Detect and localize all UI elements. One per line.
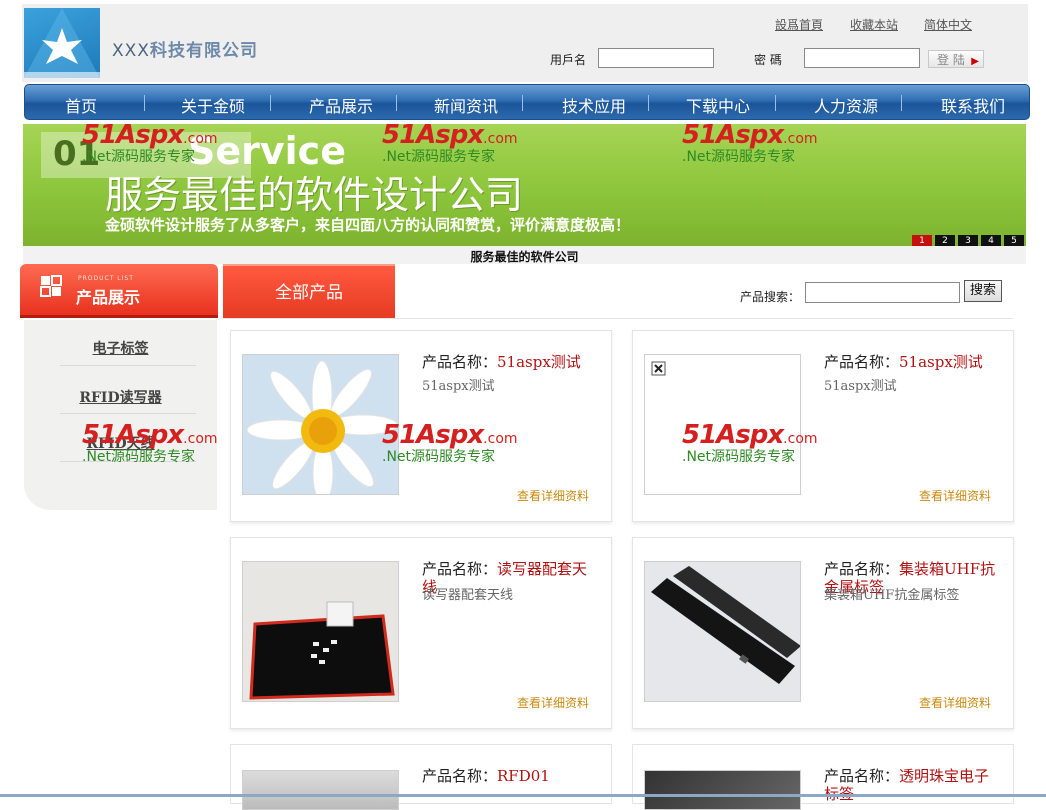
- password-input[interactable]: [804, 48, 920, 68]
- sidebar-item-rfid-antenna[interactable]: RFID天线: [24, 433, 217, 453]
- nav-tech[interactable]: 技术应用: [562, 93, 626, 117]
- tab-underline: [223, 318, 1013, 319]
- product-name-prefix: 产品名称：: [824, 767, 900, 785]
- hero-banner[interactable]: 01 Service 服务最佳的软件设计公司 金硕软件设计服务了从多客户，来自四…: [23, 124, 1026, 246]
- banner-caption: 服务最佳的软件公司: [470, 250, 579, 264]
- product-description: 51aspx测试: [824, 379, 897, 394]
- company-name-text: 科技有限公司: [149, 41, 258, 61]
- product-name-value[interactable]: 51aspx测试: [899, 353, 983, 371]
- product-search-label: 产品搜索：: [740, 290, 801, 304]
- product-image[interactable]: [644, 770, 801, 810]
- product-name: 产品名称：RFD01: [422, 767, 598, 785]
- product-name-prefix: 产品名称：: [422, 560, 498, 578]
- main-navigation: 首页 关于金硕 产品展示 新闻资讯 技术应用 下载中心 人力资源 联系我们: [24, 84, 1030, 120]
- nav-divider: [775, 95, 776, 111]
- product-name-prefix: 产品名称：: [824, 560, 900, 578]
- banner-subtitle: 金硕软件设计服务了从多客户，来自四面八方的认同和赞赏，评价满意度极高！: [105, 216, 631, 234]
- bookmark-link[interactable]: 收藏本站: [850, 16, 898, 33]
- nav-contact[interactable]: 联系我们: [941, 93, 1005, 117]
- product-description: 读写器配套天线: [422, 588, 514, 603]
- product-name-value[interactable]: RFD01: [497, 767, 550, 785]
- product-description: 集装箱UHF抗金属标签: [824, 588, 960, 603]
- product-name: 产品名称：51aspx测试: [422, 353, 598, 371]
- product-name-value[interactable]: 51aspx测试: [497, 353, 581, 371]
- nav-divider: [901, 95, 902, 111]
- view-details-link[interactable]: 查看详细资料: [517, 487, 589, 504]
- daisy-image-icon: [243, 355, 398, 494]
- product-card: 产品名称：读写器配套天线 读写器配套天线 查看详细资料: [230, 537, 612, 729]
- banner-pagination: 12345: [909, 232, 1024, 246]
- tag-case-image-icon: [645, 562, 800, 701]
- sidebar-item-rfid-reader[interactable]: RFID读写器: [24, 387, 217, 407]
- nav-divider: [144, 95, 145, 111]
- product-description: 51aspx测试: [422, 379, 495, 394]
- product-card: 产品名称：集装箱UHF抗金属标签 集装箱UHF抗金属标签 查看详细资料: [632, 537, 1014, 729]
- banner-page-1[interactable]: 1: [912, 235, 932, 246]
- set-homepage-link[interactable]: 設爲首頁: [775, 16, 823, 33]
- banner-page-4[interactable]: 4: [981, 235, 1001, 246]
- product-image[interactable]: [644, 561, 801, 702]
- language-link[interactable]: 简体中文: [924, 16, 972, 33]
- sidebar-header: PRODUCT LIST 产品展示: [20, 264, 218, 318]
- banner-page-2[interactable]: 2: [935, 235, 955, 246]
- search-button[interactable]: 搜索: [964, 280, 1002, 302]
- product-card: 产品名称：51aspx测试 51aspx测试 查看详细资料: [632, 330, 1014, 522]
- product-image[interactable]: [242, 354, 399, 495]
- nav-divider: [648, 95, 649, 111]
- banner-page-5[interactable]: 5: [1004, 235, 1024, 246]
- username-label: 用戶名: [550, 53, 587, 67]
- nav-about[interactable]: 关于金硕: [181, 93, 245, 117]
- product-search-input[interactable]: [805, 282, 960, 303]
- view-details-link[interactable]: 查看详细资料: [919, 694, 991, 711]
- antenna-image-icon: [243, 562, 398, 701]
- product-image[interactable]: [242, 561, 399, 702]
- banner-number: 01: [53, 134, 101, 174]
- product-name-prefix: 产品名称：: [422, 767, 498, 785]
- site-header: XXX科技有限公司 設爲首頁 收藏本站 简体中文 用戶名 密 碼 登 陆 ▶: [22, 4, 1028, 82]
- product-image[interactable]: [644, 354, 801, 495]
- banner-page-3[interactable]: 3: [958, 235, 978, 246]
- company-name: XXX科技有限公司: [112, 36, 258, 61]
- product-name-prefix: 产品名称：: [824, 353, 900, 371]
- product-name: 产品名称：透明珠宝电子标签: [824, 767, 1000, 803]
- sidebar-category-list: 电子标签 RFID读写器 RFID天线: [24, 320, 217, 510]
- banner-caption-bar: 服务最佳的软件公司: [23, 246, 1026, 264]
- play-arrow-icon: ▶: [971, 56, 979, 67]
- banner-title: 服务最佳的软件设计公司: [105, 173, 524, 217]
- sidebar-divider: [60, 461, 196, 462]
- sidebar-title: 产品展示: [76, 288, 141, 307]
- product-name: 产品名称：51aspx测试: [824, 353, 1000, 371]
- username-input[interactable]: [598, 48, 714, 68]
- company-prefix: XXX: [112, 41, 150, 61]
- company-logo[interactable]: [24, 8, 100, 78]
- nav-divider: [522, 95, 523, 111]
- nav-hr[interactable]: 人力资源: [814, 93, 878, 117]
- login-button-label: 登 陆: [937, 53, 965, 67]
- view-details-link[interactable]: 查看详细资料: [517, 694, 589, 711]
- sidebar-divider: [60, 365, 196, 366]
- sidebar-divider: [60, 413, 196, 414]
- login-button[interactable]: 登 陆 ▶: [928, 50, 984, 68]
- product-name-prefix: 产品名称：: [422, 353, 498, 371]
- grid-icon: [40, 275, 62, 297]
- nav-products[interactable]: 产品展示: [309, 93, 373, 117]
- nav-divider: [396, 95, 397, 111]
- product-card: 产品名称：51aspx测试 51aspx测试 查看详细资料: [230, 330, 612, 522]
- view-details-link[interactable]: 查看详细资料: [919, 487, 991, 504]
- sidebar-eng-label: PRODUCT LIST: [78, 275, 134, 282]
- nav-home[interactable]: 首页: [65, 93, 97, 117]
- nav-downloads[interactable]: 下载中心: [686, 93, 750, 117]
- sidebar-item-electronic-tag[interactable]: 电子标签: [24, 338, 217, 358]
- nav-divider: [270, 95, 271, 111]
- password-label: 密 碼: [754, 53, 782, 67]
- nav-news[interactable]: 新闻资讯: [434, 93, 498, 117]
- star-logo-icon: [24, 8, 100, 78]
- tab-all-products[interactable]: 全部产品: [223, 264, 395, 319]
- broken-image-icon: [651, 361, 666, 376]
- product-image[interactable]: [242, 770, 399, 810]
